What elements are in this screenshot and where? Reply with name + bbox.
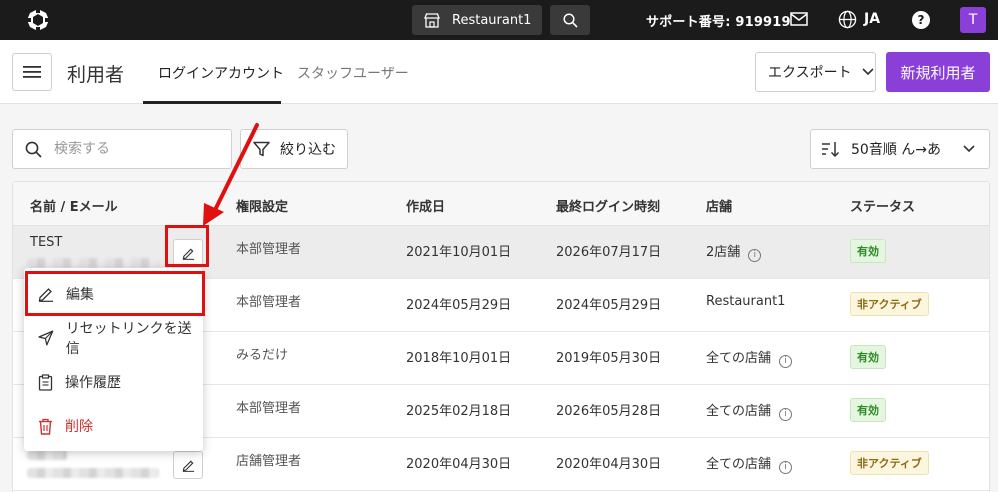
global-search-button[interactable]	[550, 5, 590, 35]
created-date: 2025年02月18日	[406, 404, 512, 419]
search-input[interactable]	[54, 141, 214, 157]
export-button[interactable]: エクスポート	[755, 52, 876, 92]
page-header: 利用者 ログインアカウント スタッフユーザー エクスポート 新規利用者	[0, 40, 998, 104]
trash-icon	[39, 418, 52, 435]
menu-item-label: 操作履歴	[65, 375, 121, 391]
created-date: 2020年04月30日	[406, 457, 512, 472]
mail-icon[interactable]	[790, 11, 808, 27]
created-date: 2024年05月29日	[406, 298, 512, 313]
status-badge: 非アクティブ	[850, 451, 929, 475]
sort-label: 50音順 ん→あ	[851, 142, 941, 158]
info-icon[interactable]: i	[779, 407, 793, 421]
user-role: 本部管理者	[236, 401, 302, 416]
store-icon	[424, 12, 440, 28]
user-email-redacted	[27, 258, 159, 268]
store-text: Restaurant1	[706, 294, 786, 309]
store-text: 2店舗	[706, 245, 741, 260]
sort-icon	[822, 142, 840, 157]
store-name: Restaurant1	[452, 12, 532, 28]
user-search-field[interactable]	[12, 129, 232, 169]
clipboard-icon	[38, 373, 53, 391]
highlight-edit-menu-item	[25, 271, 205, 316]
send-icon	[38, 330, 54, 346]
new-user-button[interactable]: 新規利用者	[886, 52, 990, 92]
highlight-edit-button	[165, 225, 209, 267]
last-login: 2019年05月30日	[556, 351, 662, 366]
column-header-store[interactable]: 店舗	[706, 196, 732, 215]
sort-selector[interactable]: 50音順 ん→あ	[810, 129, 990, 169]
user-role: 本部管理者	[236, 295, 302, 310]
hamburger-icon	[23, 66, 41, 78]
menu-item-delete[interactable]: 削除	[24, 404, 203, 448]
menu-item-history[interactable]: 操作履歴	[24, 360, 203, 404]
user-avatar[interactable]: T	[960, 7, 986, 33]
store-selector-button[interactable]: Restaurant1	[412, 5, 542, 35]
tab-staff-users[interactable]: スタッフユーザー	[297, 63, 409, 83]
column-header-created[interactable]: 作成日	[406, 196, 445, 215]
store-count: 全ての店舗 i	[706, 347, 793, 368]
hamburger-menu-button[interactable]	[12, 53, 52, 91]
store-text: 全ての店舗	[706, 351, 772, 366]
menu-item-label: 削除	[65, 419, 93, 435]
store-count: 全ての店舗 i	[706, 453, 793, 474]
store-count: 全ての店舗 i	[706, 400, 793, 421]
user-email-redacted	[27, 468, 159, 478]
chevron-down-icon	[963, 145, 975, 153]
info-icon[interactable]: i	[748, 248, 762, 262]
status-badge: 有効	[850, 239, 886, 263]
menu-item-label: リセットリンクを送信	[65, 321, 192, 357]
user-name-redacted	[27, 450, 67, 460]
search-icon	[562, 12, 578, 28]
info-icon[interactable]: i	[779, 354, 793, 368]
chevron-down-icon	[862, 68, 874, 76]
store-text: 全ての店舗	[706, 404, 772, 419]
column-header-status[interactable]: ステータス	[850, 196, 915, 215]
status-badge: 有効	[850, 398, 886, 422]
help-icon[interactable]: ?	[912, 11, 930, 29]
search-icon	[25, 141, 42, 158]
menu-item-send-reset-link[interactable]: リセットリンクを送信	[24, 316, 203, 360]
status-badge: 非アクティブ	[850, 292, 929, 316]
status-badge: 有効	[850, 345, 886, 369]
created-date: 2021年10月01日	[406, 245, 512, 260]
last-login: 2026年07月17日	[556, 245, 662, 260]
user-role: みるだけ	[236, 348, 289, 363]
last-login: 2024年05月29日	[556, 298, 662, 313]
filter-button[interactable]: 絞り込む	[240, 129, 348, 169]
user-role: 本部管理者	[236, 242, 302, 257]
table-header: 名前 / Eメール 権限設定 作成日 最終ログイン時刻 店舗 ステータス	[13, 182, 989, 226]
active-tab-indicator	[143, 101, 281, 104]
column-header-name[interactable]: 名前 / Eメール	[30, 196, 118, 215]
filter-funnel-icon	[253, 141, 270, 157]
last-login: 2026年05月28日	[556, 404, 662, 419]
brand-logo-icon[interactable]	[26, 8, 50, 32]
created-date: 2018年10月01日	[406, 351, 512, 366]
page-title: 利用者	[67, 64, 125, 86]
row-actions-edit-button[interactable]	[173, 451, 203, 479]
filter-label: 絞り込む	[280, 142, 336, 158]
tab-login-accounts[interactable]: ログインアカウント	[158, 63, 284, 83]
globe-icon[interactable]	[838, 10, 857, 29]
user-role: 店舗管理者	[236, 454, 302, 469]
support-number: サポート番号: 919919	[646, 15, 791, 30]
column-header-last-login[interactable]: 最終ログイン時刻	[556, 196, 660, 215]
top-bar: Restaurant1 サポート番号: 919919 JA ? T	[0, 0, 998, 40]
language-selector[interactable]: JA	[864, 11, 880, 27]
user-name: TEST	[30, 235, 63, 250]
last-login: 2020年04月30日	[556, 457, 662, 472]
pencil-icon	[182, 460, 194, 472]
store-text: 全ての店舗	[706, 457, 772, 472]
store-count: 2店舗 i	[706, 241, 762, 262]
info-icon[interactable]: i	[779, 460, 793, 474]
column-header-role[interactable]: 権限設定	[236, 196, 288, 215]
export-label: エクスポート	[768, 65, 852, 81]
